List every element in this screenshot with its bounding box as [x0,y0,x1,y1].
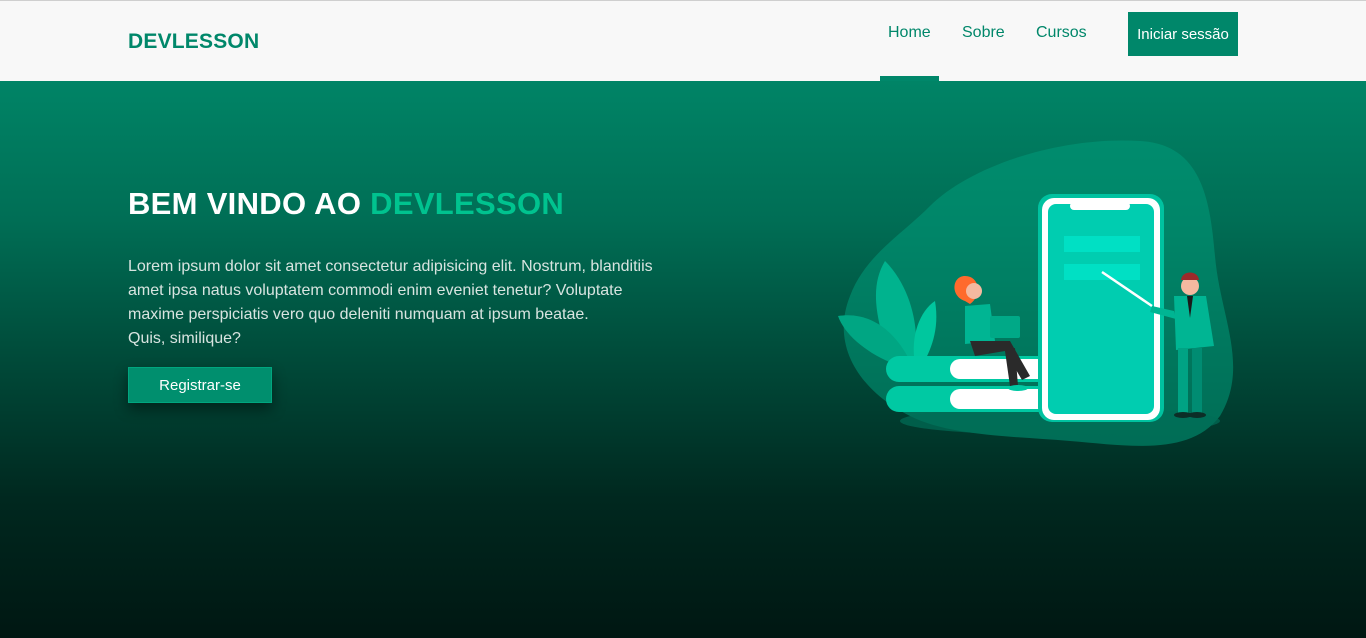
hero-section: BEM VINDO AO DEVLESSON Lorem ipsum dolor… [0,81,1366,638]
hero-description: Lorem ipsum dolor sit amet consectetur a… [128,255,668,351]
register-button[interactable]: Registrar-se [128,367,272,403]
hero-description-line: maxime perspiciatis vero quo deleniti nu… [128,306,589,323]
hero-title-prefix: BEM VINDO AO [128,186,371,221]
hero-description-line: Quis, similique? [128,330,241,347]
login-button[interactable]: Iniciar sessão [1128,12,1238,56]
nav-link-cursos[interactable]: Cursos [1036,24,1087,42]
nav-link-sobre[interactable]: Sobre [962,24,1005,42]
hero-description-line: amet ipsa natus voluptatem commodi enim … [128,282,623,299]
hero-description-line: Lorem ipsum dolor sit amet consectetur a… [128,258,653,275]
navbar: DEVLESSON Home Sobre Cursos Iniciar sess… [0,0,1366,82]
online-learning-illustration [838,140,1234,446]
hero-title-accent: DEVLESSON [370,186,565,221]
hero-title: BEM VINDO AO DEVLESSON [128,186,564,222]
nav-link-home[interactable]: Home [888,24,931,42]
